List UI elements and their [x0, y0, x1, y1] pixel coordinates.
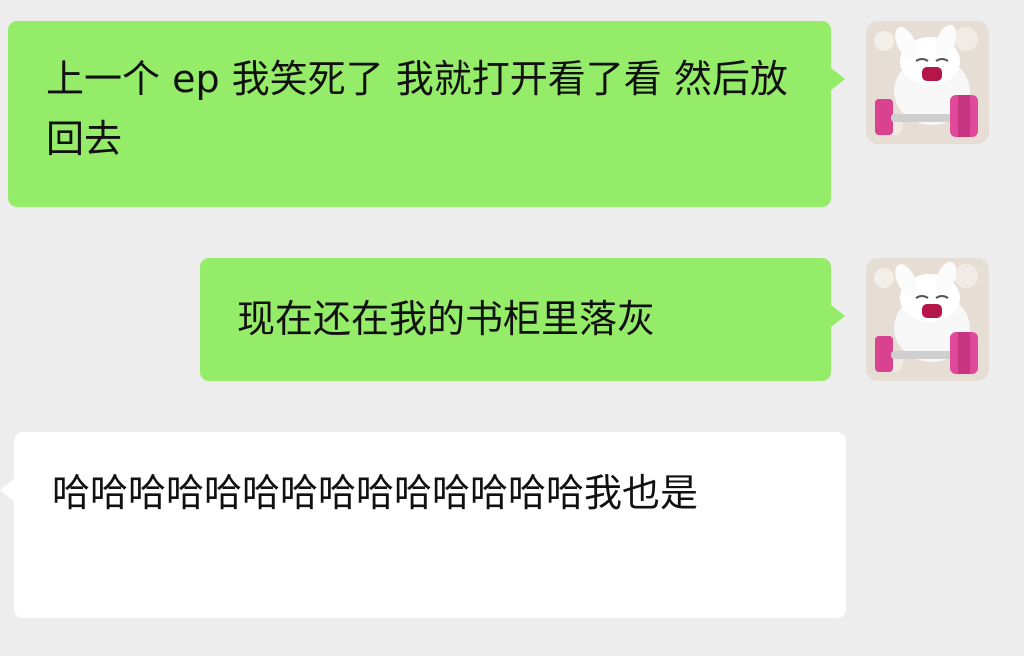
bunny-dumbbell-avatar-icon: [866, 258, 989, 381]
user-avatar[interactable]: [866, 21, 989, 144]
message-bubble-sent[interactable]: 现在还在我的书柜里落灰: [200, 258, 845, 381]
message-text: 哈哈哈哈哈哈哈哈哈哈哈哈哈哈我也是: [52, 471, 699, 515]
message-text: 上一个 ep 我笑死了 我就打开看了看 然后放回去: [46, 57, 788, 161]
message-bubble-received[interactable]: 哈哈哈哈哈哈哈哈哈哈哈哈哈哈我也是: [0, 432, 846, 618]
message-bubble-sent[interactable]: 上一个 ep 我笑死了 我就打开看了看 然后放回去: [8, 21, 845, 207]
bunny-dumbbell-avatar-icon: [866, 21, 989, 144]
user-avatar[interactable]: [866, 258, 989, 381]
message-text: 现在还在我的书柜里落灰: [237, 297, 656, 341]
